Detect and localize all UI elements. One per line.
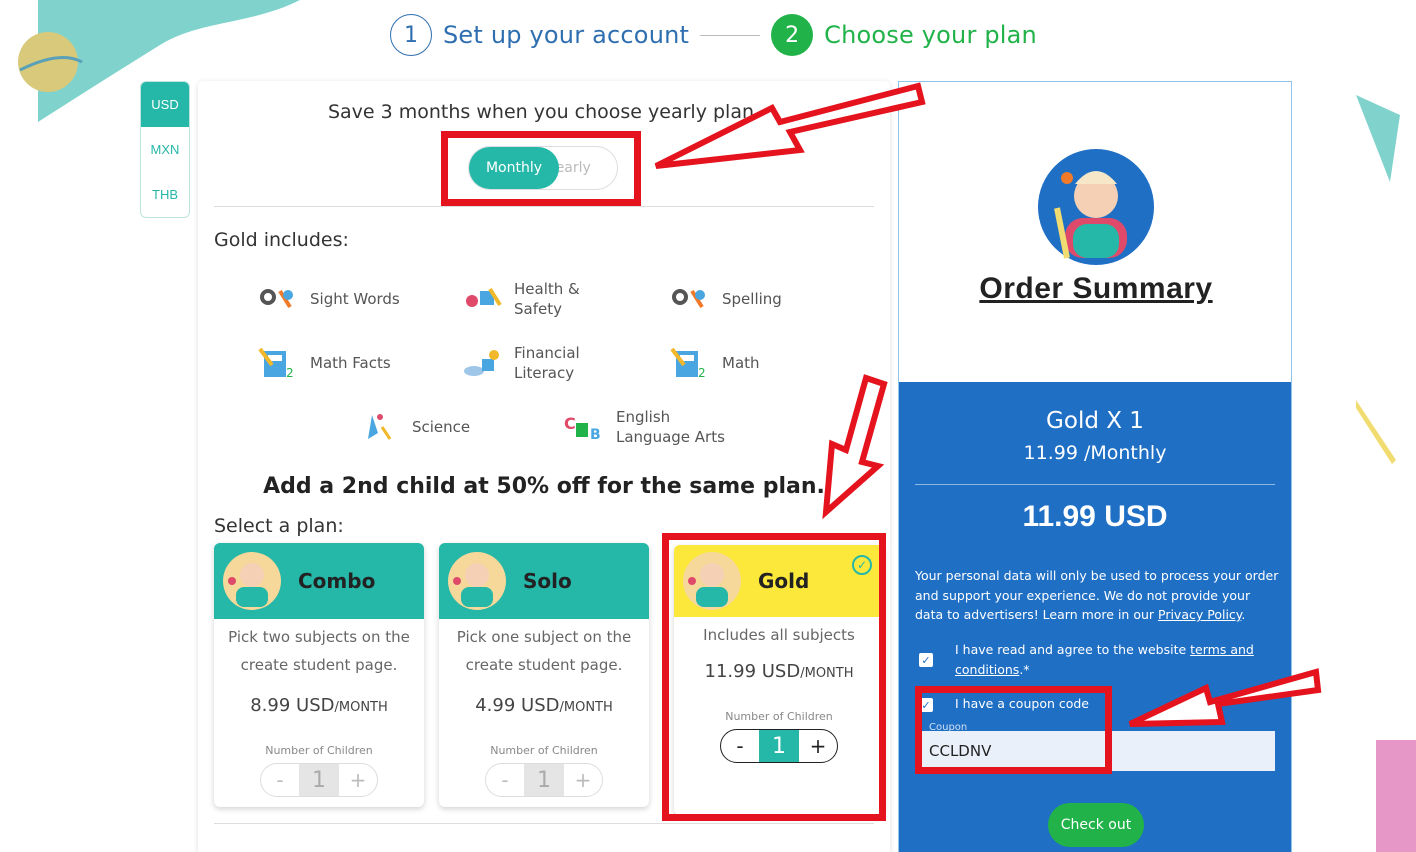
currency-tab-mxn[interactable]: MXN — [141, 127, 189, 172]
order-summary-title: Order Summary — [979, 272, 1213, 305]
financial-literacy-icon — [464, 350, 499, 376]
step-label: Choose your plan — [824, 21, 1037, 49]
gold-includes-heading: Gold includes: — [214, 229, 349, 251]
select-plan-heading: Select a plan: — [214, 515, 344, 537]
subject-label: Health & Safety — [514, 280, 580, 318]
currency-tab-usd[interactable]: USD — [141, 82, 189, 127]
step-setup-account: 1 Set up your account — [390, 14, 689, 56]
plan-price: 8.99 USD/MONTH — [214, 695, 424, 716]
svg-text:2: 2 — [698, 366, 706, 380]
children-label: Number of Children — [490, 744, 598, 757]
page: 1 Set up your account 2 Choose your plan… — [0, 0, 1416, 852]
plan-price: 4.99 USD/MONTH — [439, 695, 649, 716]
children-count[interactable]: 1 — [524, 764, 564, 796]
decorative-right-art — [1356, 95, 1416, 852]
plan-card-solo[interactable]: Solo Pick one subject on the create stud… — [439, 543, 649, 807]
subject-label: Sight Words — [310, 290, 400, 308]
decrement-button[interactable]: - — [486, 768, 524, 792]
step-connector — [700, 34, 761, 36]
subject-financial-literacy: Financial Literacy — [460, 343, 594, 383]
price-value: 4.99 USD — [475, 695, 560, 716]
price-period: /MONTH — [559, 700, 613, 715]
save-yearly-text: Save 3 months when you choose yearly pla… — [327, 101, 761, 123]
card-header: Solo — [439, 543, 649, 619]
subject-label: Spelling — [722, 290, 782, 308]
subject-english-language-arts: CB English Language Arts — [562, 407, 736, 447]
subject-math-facts: 2 Math Facts — [256, 345, 391, 381]
increment-button[interactable]: + — [564, 768, 602, 792]
price-value: 8.99 USD — [250, 695, 335, 716]
currency-selector: USD MXN THB — [140, 81, 190, 218]
privacy-end: . — [1241, 607, 1246, 622]
step-choose-plan: 2 Choose your plan — [771, 14, 1037, 56]
subject-label: English Language Arts — [616, 408, 725, 446]
subject-label: Science — [412, 418, 471, 436]
terms-label: I have read and agree to the website ter… — [955, 640, 1265, 679]
privacy-notice: Your personal data will only be used to … — [915, 566, 1280, 625]
plan-name: Combo — [298, 569, 376, 593]
children-stepper: - 1 + — [485, 763, 603, 797]
children-stepper: - 1 + — [260, 763, 378, 797]
plan-description: Pick one subject on the create student p… — [456, 628, 632, 674]
privacy-policy-link[interactable]: Privacy Policy — [1158, 607, 1241, 622]
checkout-stepper: 1 Set up your account 2 Choose your plan — [390, 14, 1037, 56]
sight-words-icon — [260, 289, 293, 309]
annotation-box-billing-toggle — [441, 131, 641, 206]
science-icon — [368, 414, 392, 440]
subject-math: 2 Math — [668, 345, 760, 381]
summary-total: 11.99 USD — [1022, 500, 1168, 533]
subject-label: Math — [722, 354, 760, 372]
summary-price-period: 11.99 /Monthly — [1023, 442, 1167, 464]
terms-end: .* — [1019, 661, 1030, 677]
plan-description: Pick two subjects on the create student … — [228, 628, 410, 674]
annotation-box-coupon — [915, 686, 1112, 774]
step-number: 1 — [390, 14, 432, 56]
subject-science: Science — [358, 409, 470, 445]
increment-button[interactable]: + — [339, 768, 377, 792]
svg-text:2: 2 — [286, 366, 294, 380]
subject-spelling: Spelling — [668, 281, 782, 317]
health-safety-icon — [466, 287, 502, 307]
step-number: 2 — [771, 14, 814, 56]
card-header: Combo — [214, 543, 424, 619]
plan-name: Solo — [523, 569, 572, 593]
plan-card-combo[interactable]: Combo Pick two subjects on the create st… — [214, 543, 424, 807]
svg-text:C: C — [564, 414, 576, 433]
spelling-icon — [672, 289, 705, 309]
decrement-button[interactable]: - — [261, 768, 299, 792]
summary-details: Gold X 1 11.99 /Monthly 11.99 USD Your p… — [899, 382, 1291, 852]
subject-label: Math Facts — [310, 354, 391, 372]
children-label: Number of Children — [265, 744, 373, 757]
svg-text:B: B — [590, 427, 601, 443]
summary-plan: Gold X 1 — [1046, 408, 1144, 434]
divider — [915, 484, 1275, 485]
step-label: Set up your account — [443, 21, 690, 49]
second-child-offer: Add a 2nd child at 50% off for the same … — [263, 474, 825, 499]
terms-text: I have read and agree to the website — [955, 642, 1191, 657]
avatar-icon — [223, 552, 281, 610]
english-language-arts-icon: CB — [564, 414, 601, 443]
currency-tab-thb[interactable]: THB — [141, 172, 189, 217]
children-count[interactable]: 1 — [299, 764, 339, 796]
subject-health-safety: Health & Safety — [460, 279, 594, 319]
summary-avatar-icon — [1038, 149, 1154, 265]
subject-label: Financial Literacy — [514, 344, 580, 382]
divider — [214, 206, 874, 207]
terms-checkbox[interactable]: ✓ — [919, 653, 933, 667]
divider — [214, 823, 874, 824]
subject-sight-words: Sight Words — [256, 281, 400, 317]
avatar-icon — [448, 552, 506, 610]
checkout-button[interactable]: Check out — [1048, 803, 1144, 847]
math-facts-icon: 2 — [258, 347, 294, 380]
annotation-box-gold-plan — [662, 533, 886, 821]
math-icon: 2 — [670, 347, 706, 380]
price-period: /MONTH — [334, 700, 388, 715]
